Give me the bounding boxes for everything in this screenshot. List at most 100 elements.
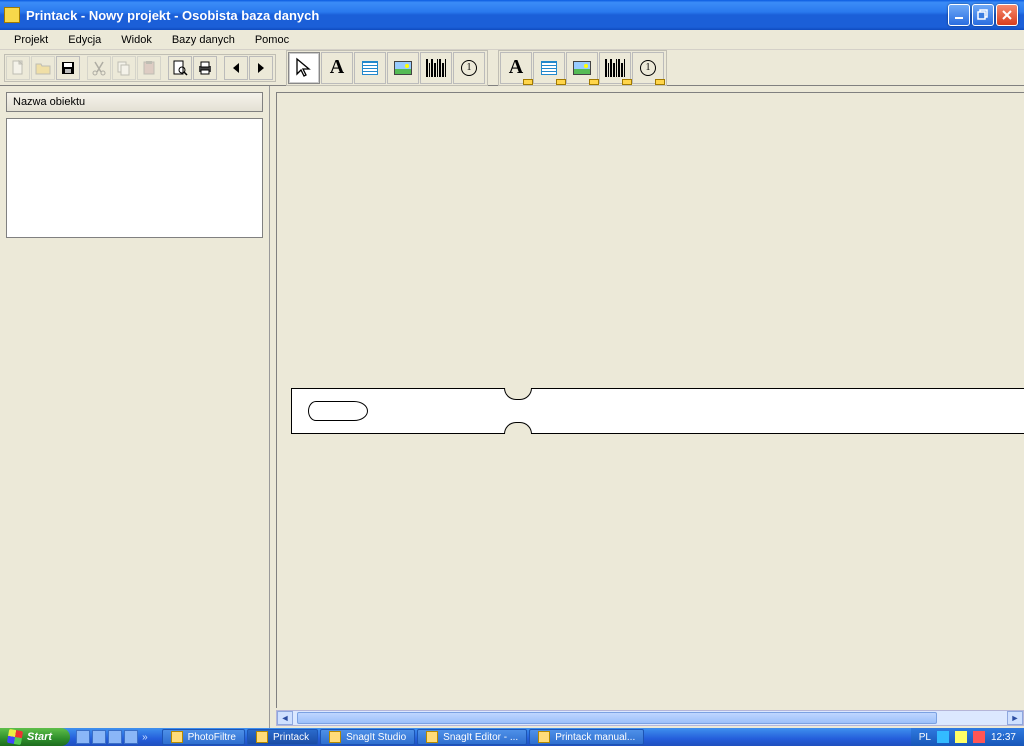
task-label: Printack manual... — [555, 732, 635, 743]
scroll-thumb[interactable] — [297, 712, 937, 724]
quick-launch: » — [76, 730, 150, 744]
db-text-tool-button[interactable]: A — [500, 52, 532, 84]
app-icon — [4, 7, 20, 23]
taskbar-task[interactable]: SnagIt Studio — [320, 729, 415, 745]
scroll-track[interactable] — [293, 711, 1007, 725]
database-badge-icon — [556, 79, 566, 85]
system-tray: PL 12:37 — [911, 728, 1024, 746]
save-button[interactable] — [56, 56, 80, 80]
horizontal-scrollbar[interactable]: ◄ ► — [276, 710, 1024, 726]
window-title: Printack - Nowy projekt - Osobista baza … — [26, 8, 319, 23]
start-button[interactable]: Start — [0, 728, 70, 746]
task-icon — [256, 731, 268, 743]
objects-list[interactable] — [6, 118, 263, 238]
barcode-icon — [605, 59, 625, 77]
toolbar-row: A 1 A — [0, 50, 1024, 86]
task-label: PhotoFiltre — [188, 732, 236, 743]
circled-one-icon: 1 — [640, 60, 656, 76]
objects-panel: Nazwa obiektu — [0, 86, 270, 728]
title-bar: Printack - Nowy projekt - Osobista baza … — [0, 0, 1024, 30]
task-label: Printack — [273, 732, 309, 743]
preview-button[interactable] — [168, 56, 192, 80]
quick-launch-item[interactable] — [76, 730, 90, 744]
letter-a-icon: A — [509, 56, 523, 79]
menu-pomoc[interactable]: Pomoc — [247, 32, 297, 48]
picture-icon — [394, 61, 412, 75]
database-badge-icon — [589, 79, 599, 85]
select-tool-button[interactable] — [288, 52, 320, 84]
canvas-area: ◄ ► — [270, 86, 1024, 728]
window-controls — [948, 4, 1018, 26]
db-barcode-tool-button[interactable] — [599, 52, 631, 84]
task-label: SnagIt Studio — [346, 732, 406, 743]
text-lines-icon — [541, 61, 557, 75]
close-button[interactable] — [996, 4, 1018, 26]
database-badge-icon — [655, 79, 665, 85]
prev-record-button[interactable] — [224, 56, 248, 80]
copy-button[interactable] — [112, 56, 136, 80]
workspace: Nazwa obiektu ◄ ► — [0, 86, 1024, 728]
tray-icon[interactable] — [973, 731, 985, 743]
circled-one-icon: 1 — [461, 60, 477, 76]
letter-a-icon: A — [330, 56, 344, 79]
scroll-left-button[interactable]: ◄ — [277, 711, 293, 725]
text-lines-icon — [362, 61, 378, 75]
menu-projekt[interactable]: Projekt — [6, 32, 56, 48]
windows-taskbar: Start » PhotoFiltre Printack SnagIt Stud… — [0, 728, 1024, 746]
scroll-right-button[interactable]: ► — [1007, 711, 1023, 725]
task-icon — [538, 731, 550, 743]
menu-edycja[interactable]: Edycja — [60, 32, 109, 48]
tray-icon[interactable] — [937, 731, 949, 743]
print-button[interactable] — [193, 56, 217, 80]
label-notch-bottom — [504, 422, 532, 434]
tools-toolbar: A 1 — [286, 50, 488, 86]
text-tool-button[interactable]: A — [321, 52, 353, 84]
barcode-tool-button[interactable] — [420, 52, 452, 84]
file-toolbar — [4, 54, 276, 82]
picture-icon — [573, 61, 591, 75]
textblock-tool-button[interactable] — [354, 52, 386, 84]
task-label: SnagIt Editor - ... — [443, 732, 518, 743]
barcode-icon — [426, 59, 446, 77]
quick-launch-item[interactable] — [124, 730, 138, 744]
cut-button[interactable] — [87, 56, 111, 80]
quick-launch-more[interactable]: » — [140, 732, 150, 743]
database-badge-icon — [622, 79, 632, 85]
open-button[interactable] — [31, 56, 55, 80]
triangle-left-icon — [233, 63, 239, 73]
db-textblock-tool-button[interactable] — [533, 52, 565, 84]
taskbar-task[interactable]: SnagIt Editor - ... — [417, 729, 527, 745]
label-notch-top — [504, 388, 532, 400]
triangle-right-icon — [258, 63, 264, 73]
menu-bar: Projekt Edycja Widok Bazy danych Pomoc — [0, 30, 1024, 50]
objects-panel-header[interactable]: Nazwa obiektu — [6, 92, 263, 112]
taskbar-task[interactable]: PhotoFiltre — [162, 729, 245, 745]
next-record-button[interactable] — [249, 56, 273, 80]
minimize-button[interactable] — [948, 4, 970, 26]
taskbar-task[interactable]: Printack — [247, 729, 318, 745]
clock[interactable]: 12:37 — [991, 732, 1016, 743]
db-tools-toolbar: A 1 — [498, 50, 667, 86]
new-button[interactable] — [6, 56, 30, 80]
start-label: Start — [27, 731, 52, 743]
quick-launch-item[interactable] — [92, 730, 106, 744]
language-indicator[interactable]: PL — [919, 732, 931, 743]
task-icon — [171, 731, 183, 743]
menu-bazy-danych[interactable]: Bazy danych — [164, 32, 243, 48]
database-badge-icon — [523, 79, 533, 85]
db-sequence-tool-button[interactable]: 1 — [632, 52, 664, 84]
restore-button[interactable] — [972, 4, 994, 26]
menu-widok[interactable]: Widok — [113, 32, 160, 48]
task-icon — [329, 731, 341, 743]
image-tool-button[interactable] — [387, 52, 419, 84]
tray-volume-icon[interactable] — [955, 731, 967, 743]
db-image-tool-button[interactable] — [566, 52, 598, 84]
task-icon — [426, 731, 438, 743]
design-canvas[interactable] — [276, 92, 1024, 708]
quick-launch-item[interactable] — [108, 730, 122, 744]
cursor-icon — [293, 57, 315, 79]
sequence-tool-button[interactable]: 1 — [453, 52, 485, 84]
label-template-shape[interactable] — [291, 388, 1024, 434]
taskbar-task[interactable]: Printack manual... — [529, 729, 644, 745]
paste-button[interactable] — [137, 56, 161, 80]
